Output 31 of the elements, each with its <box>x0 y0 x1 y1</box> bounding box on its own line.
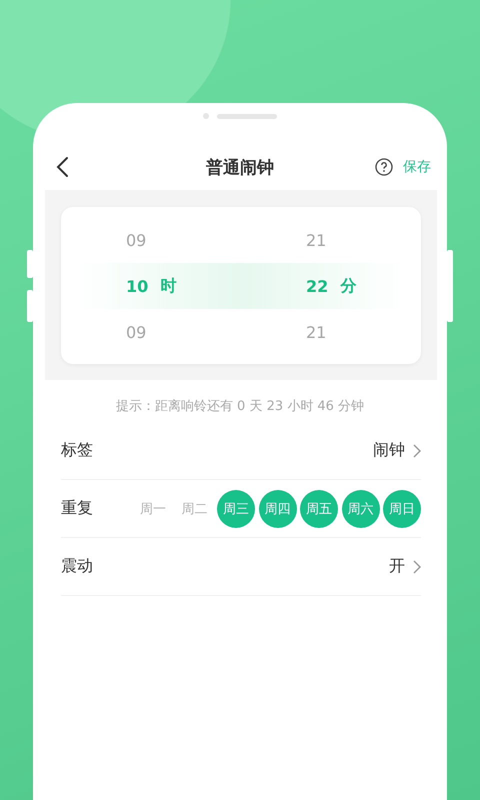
setting-row[interactable]: 震动 开 <box>61 538 421 596</box>
row-value: 开 <box>389 556 405 577</box>
speaker-slot <box>217 114 277 118</box>
row-label: 重复 <box>61 498 93 519</box>
picker-option[interactable]: 21 <box>306 217 326 263</box>
picker-unit: 时 <box>160 276 176 296</box>
day-toggle[interactable]: 周四 <box>258 490 296 528</box>
picker-option[interactable]: 09 <box>126 217 146 263</box>
back-icon[interactable] <box>55 156 69 178</box>
day-toggle[interactable]: 周一 <box>134 490 172 528</box>
chevron-icon <box>413 444 421 458</box>
picker-option[interactable]: 21 <box>306 309 326 355</box>
day-toggle[interactable]: 周六 <box>342 490 380 528</box>
row-label: 标签 <box>61 440 93 461</box>
day-toggle[interactable]: 周日 <box>383 490 421 528</box>
day-toggle[interactable]: 周三 <box>217 490 255 528</box>
picker-unit: 分 <box>340 276 356 296</box>
chevron-icon <box>413 560 421 574</box>
day-toggle[interactable]: 周五 <box>300 490 338 528</box>
row-label: 震动 <box>61 556 93 577</box>
day-toggle[interactable]: 周二 <box>176 490 214 528</box>
hint-text: 提示：距离响铃还有 0 天 23 小时 46 分钟 <box>114 398 366 416</box>
help-icon[interactable] <box>375 158 393 176</box>
setting-row[interactable]: 标签 闹钟 <box>61 422 421 480</box>
picker-value[interactable]: 22 <box>306 276 328 296</box>
row-value: 闹钟 <box>373 440 405 461</box>
picker-value[interactable]: 10 <box>126 276 148 296</box>
camera-dot <box>203 113 209 119</box>
picker-option[interactable]: 09 <box>126 309 146 355</box>
save-button[interactable]: 保存 <box>399 156 435 178</box>
page-title: 普通闹钟 <box>206 156 274 178</box>
